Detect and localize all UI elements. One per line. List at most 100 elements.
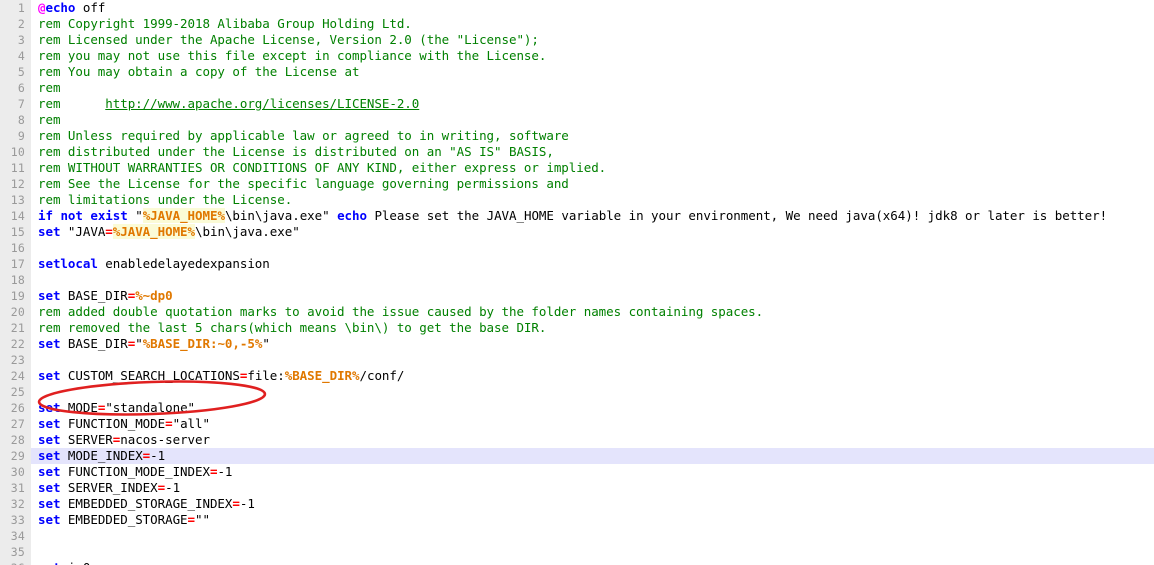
line-number[interactable]: 19 <box>0 288 25 304</box>
code-token: set <box>38 336 61 351</box>
code-line[interactable]: set i=0 <box>31 560 90 565</box>
code-token: BASE_DIR <box>60 336 128 351</box>
code-line[interactable]: set "JAVA=%JAVA_HOME%\bin\java.exe" <box>31 224 300 240</box>
code-token: = <box>157 480 166 495</box>
code-token: rem <box>38 80 61 95</box>
code-token: setlocal <box>38 256 98 271</box>
code-token: EMBEDDED_STORAGE <box>60 512 188 527</box>
code-line[interactable]: rem Copyright 1999-2018 Alibaba Group Ho… <box>31 16 412 32</box>
code-line[interactable] <box>31 384 38 400</box>
line-number[interactable]: 30 <box>0 464 25 480</box>
line-number[interactable]: 34 <box>0 528 25 544</box>
line-number[interactable]: 20 <box>0 304 25 320</box>
line-number[interactable]: 36 <box>0 560 25 565</box>
code-line[interactable]: set BASE_DIR=%~dp0 <box>31 288 173 304</box>
code-token: "standalone" <box>105 400 196 415</box>
code-token: %~dp0 <box>135 288 173 303</box>
code-editor[interactable]: @echo off rem Copyright 1999-2018 Alibaba… <box>0 0 1154 565</box>
line-number[interactable]: 22 <box>0 336 25 352</box>
code-line[interactable]: set MODE_INDEX=-1 <box>31 448 165 464</box>
line-number[interactable]: 21 <box>0 320 25 336</box>
code-line[interactable] <box>31 272 38 288</box>
code-line[interactable]: rem http://www.apache.org/licenses/LICEN… <box>31 96 419 112</box>
line-number[interactable]: 1 <box>0 0 25 16</box>
code-line[interactable]: set EMBEDDED_STORAGE_INDEX=-1 <box>31 496 255 512</box>
code-line[interactable]: @echo off <box>31 0 105 16</box>
code-line[interactable]: rem distributed under the License is dis… <box>31 144 554 160</box>
code-line[interactable]: rem You may obtain a copy of the License… <box>31 64 360 80</box>
code-token: = <box>187 512 196 527</box>
code-line[interactable]: set SERVER_INDEX=-1 <box>31 480 180 496</box>
line-number[interactable]: 16 <box>0 240 25 256</box>
line-number[interactable]: 13 <box>0 192 25 208</box>
code-line[interactable]: rem WITHOUT WARRANTIES OR CONDITIONS OF … <box>31 160 606 176</box>
code-line[interactable]: rem <box>31 112 60 128</box>
code-line[interactable]: rem you may not use this file except in … <box>31 48 546 64</box>
line-number[interactable]: 18 <box>0 272 25 288</box>
line-number[interactable]: 14 <box>0 208 25 224</box>
code-line[interactable]: rem See the License for the specific lan… <box>31 176 569 192</box>
code-token: rem Unless required by applicable law or… <box>38 128 569 143</box>
line-number[interactable]: 35 <box>0 544 25 560</box>
code-token: %JAVA_HOME% <box>112 224 196 239</box>
line-number[interactable]: 9 <box>0 128 25 144</box>
code-line[interactable]: set MODE="standalone" <box>31 400 195 416</box>
code-line[interactable] <box>31 544 38 560</box>
line-number[interactable]: 31 <box>0 480 25 496</box>
code-line[interactable]: rem limitations under the License. <box>31 192 292 208</box>
code-line[interactable]: set EMBEDDED_STORAGE="" <box>31 512 210 528</box>
line-number[interactable]: 2 <box>0 16 25 32</box>
code-line[interactable]: rem removed the last 5 chars(which means… <box>31 320 546 336</box>
code-line[interactable]: setlocal enabledelayedexpansion <box>31 256 270 272</box>
code-line[interactable]: rem added double quotation marks to avoi… <box>31 304 763 320</box>
line-number[interactable]: 15 <box>0 224 25 240</box>
code-line[interactable]: rem Licensed under the Apache License, V… <box>31 32 539 48</box>
code-token: nacos-server <box>120 432 210 447</box>
code-line[interactable]: set BASE_DIR="%BASE_DIR:~0,-5%" <box>31 336 270 352</box>
code-line[interactable] <box>31 352 38 368</box>
code-token: rem You may obtain a copy of the License… <box>38 64 360 79</box>
code-line[interactable]: rem Unless required by applicable law or… <box>31 128 569 144</box>
code-token: exist <box>90 208 128 223</box>
line-number[interactable]: 11 <box>0 160 25 176</box>
code-line[interactable]: set FUNCTION_MODE_INDEX=-1 <box>31 464 232 480</box>
code-token: " <box>127 208 143 223</box>
line-number[interactable]: 26 <box>0 400 25 416</box>
code-token: set <box>38 512 61 527</box>
code-token: rem Licensed under the Apache License, V… <box>38 32 539 47</box>
line-number[interactable]: 12 <box>0 176 25 192</box>
code-token: EMBEDDED_STORAGE_INDEX <box>60 496 233 511</box>
line-number[interactable]: 27 <box>0 416 25 432</box>
line-number[interactable]: 24 <box>0 368 25 384</box>
line-number[interactable]: 23 <box>0 352 25 368</box>
line-number[interactable]: 32 <box>0 496 25 512</box>
line-number[interactable]: 3 <box>0 32 25 48</box>
code-line[interactable] <box>31 528 38 544</box>
line-number[interactable]: 25 <box>0 384 25 400</box>
code-token: rem distributed under the License is dis… <box>38 144 554 159</box>
code-token: http://www.apache.org/licenses/LICENSE-2… <box>105 96 420 111</box>
line-number[interactable]: 33 <box>0 512 25 528</box>
code-line[interactable] <box>31 240 38 256</box>
code-token: set <box>38 496 61 511</box>
code-token: set <box>38 400 61 415</box>
code-text-area[interactable]: @echo off rem Copyright 1999-2018 Alibaba… <box>31 0 1154 565</box>
code-line[interactable]: set SERVER=nacos-server <box>31 432 210 448</box>
code-token: off <box>75 0 106 15</box>
line-number[interactable]: 8 <box>0 112 25 128</box>
code-line[interactable]: if not exist "%JAVA_HOME%\bin\java.exe" … <box>31 208 1107 224</box>
code-line[interactable]: rem <box>31 80 60 96</box>
line-number[interactable]: 28 <box>0 432 25 448</box>
line-number[interactable]: 7 <box>0 96 25 112</box>
code-token: rem removed the last 5 chars(which means… <box>38 320 547 335</box>
line-number[interactable]: 5 <box>0 64 25 80</box>
code-token: /conf/ <box>359 368 405 383</box>
line-number[interactable]: 4 <box>0 48 25 64</box>
line-number[interactable]: 29 <box>0 448 25 464</box>
line-number[interactable]: 17 <box>0 256 25 272</box>
line-number[interactable]: 6 <box>0 80 25 96</box>
line-number-gutter[interactable]: 1 2 3 4 5 6 7 8 9 10 11 12 13 14 15 16 17 18 19 20 21 22 23 24 2… <box>0 0 31 565</box>
code-line[interactable]: set CUSTOM_SEARCH_LOCATIONS=file:%BASE_D… <box>31 368 404 384</box>
code-line[interactable]: set FUNCTION_MODE="all" <box>31 416 210 432</box>
line-number[interactable]: 10 <box>0 144 25 160</box>
